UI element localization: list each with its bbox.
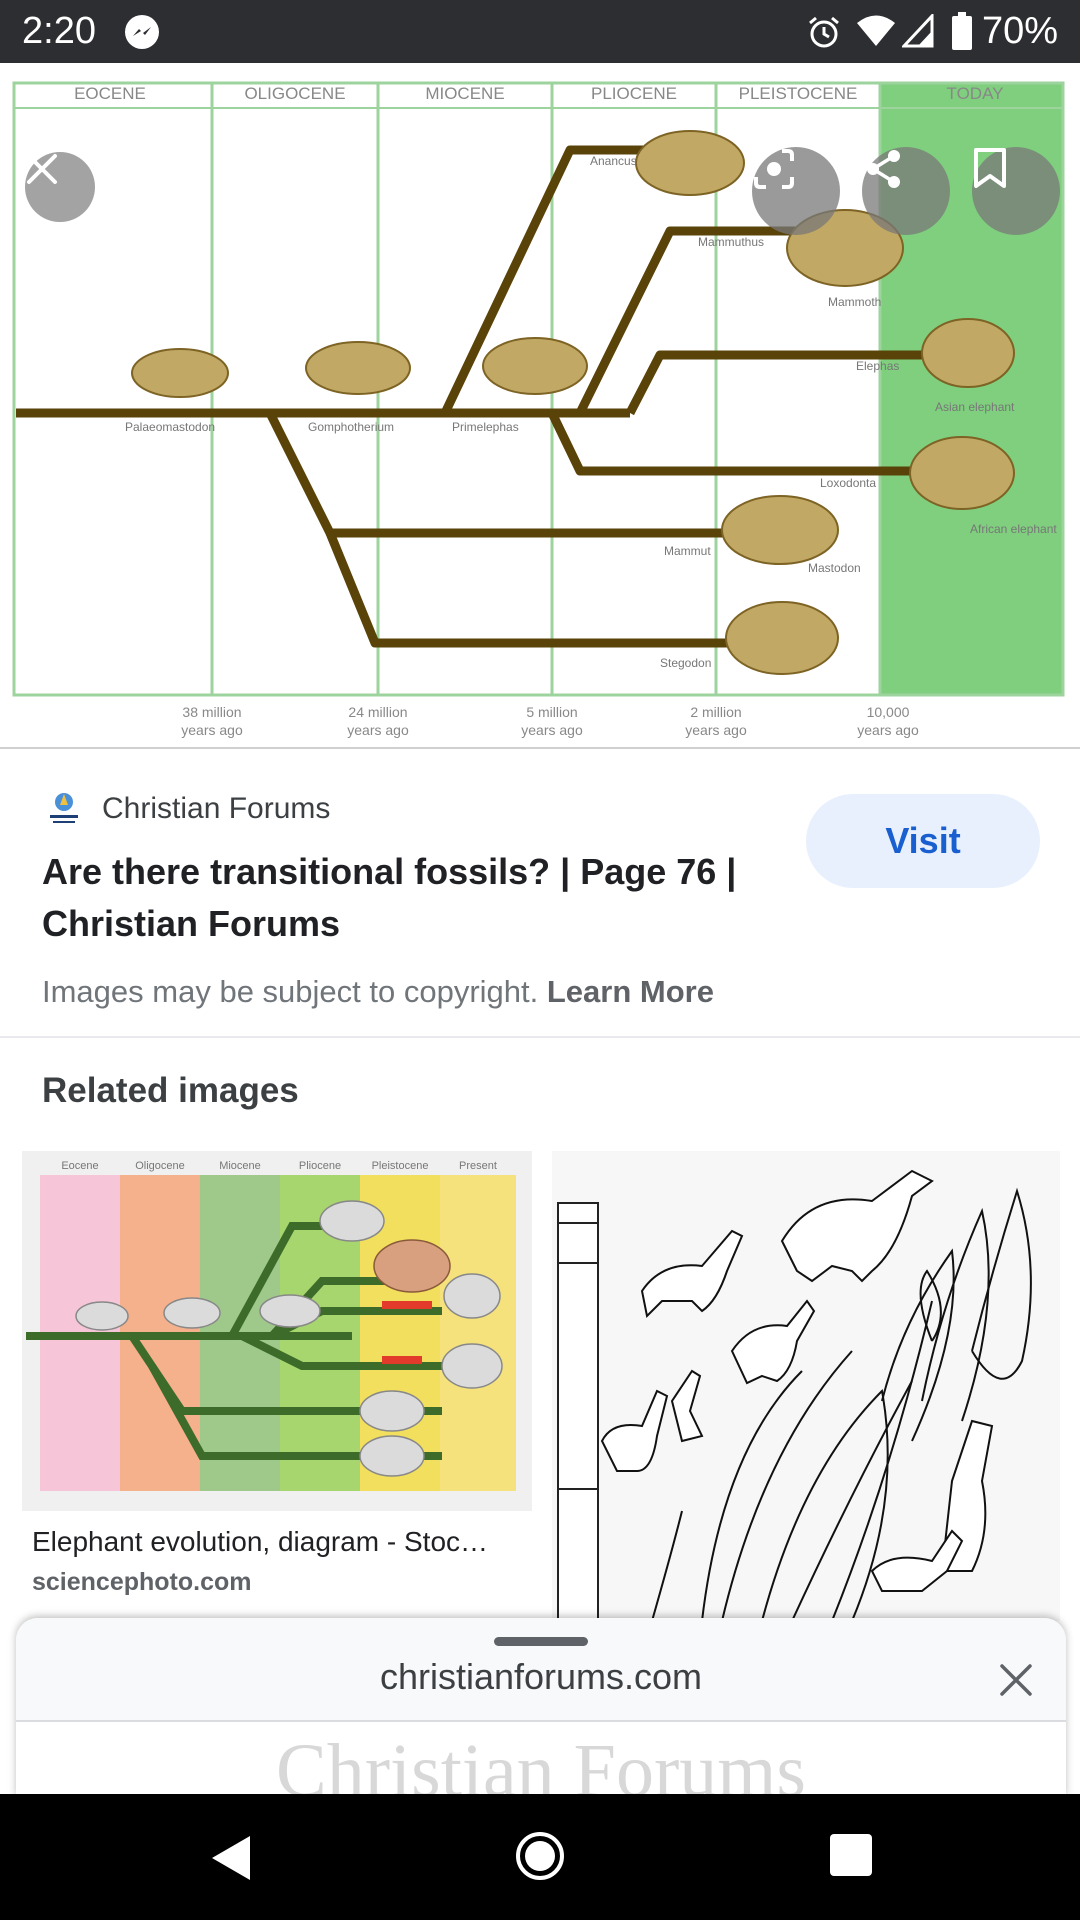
species-label: African elephant [970, 522, 1057, 536]
share-icon [867, 150, 900, 188]
status-time: 2:20 [22, 10, 96, 52]
era-label: Miocene [219, 1160, 261, 1172]
close-button[interactable] [25, 152, 95, 222]
species-label: Loxodonta [820, 476, 876, 490]
time-label: years ago [857, 722, 919, 738]
battery-icon [952, 12, 972, 50]
source-site[interactable]: Christian Forums [44, 786, 330, 832]
species-label: Stegodon [660, 656, 711, 670]
sheet-page-preview: Christian Forums [276, 1729, 806, 1798]
copyright-notice: Images may be subject to copyright. Lear… [42, 974, 714, 1010]
wifi-icon [857, 15, 895, 46]
image-viewer[interactable]: EOCENE OLIGOCENE MIOCENE PLIOCENE PLEIST… [0, 63, 1080, 749]
species-label: Mastodon [808, 561, 861, 575]
era-label: PLIOCENE [591, 84, 677, 103]
visit-button[interactable]: Visit [806, 794, 1040, 888]
lens-button[interactable] [752, 147, 840, 235]
species-label: Primelephas [452, 420, 519, 434]
battery-percent: 70% [982, 10, 1059, 52]
era-label: Eocene [61, 1160, 98, 1172]
messenger-icon [125, 15, 159, 49]
era-label: Present [459, 1160, 497, 1172]
close-icon [27, 154, 57, 184]
related-images-heading: Related images [42, 1071, 299, 1110]
species-label: Palaeomastodon [125, 420, 215, 434]
related-image-title[interactable]: Elephant evolution, diagram - Stoc… [32, 1526, 522, 1558]
sheet-header[interactable]: christianforums.com [16, 1618, 1066, 1722]
elephant-evolution-thumbnail: Eocene Oligocene Miocene Pliocene Pleist… [22, 1151, 532, 1511]
status-bar: 2:20 70% [0, 0, 1080, 63]
christian-forums-logo [44, 789, 84, 829]
share-button[interactable] [862, 147, 950, 235]
species-label: Mammoth [828, 295, 881, 309]
time-label: 38 million [182, 704, 241, 720]
time-label: years ago [181, 722, 243, 738]
save-button[interactable] [972, 147, 1060, 235]
source-name: Christian Forums [102, 792, 331, 825]
related-image-domain: sciencephoto.com [32, 1568, 252, 1596]
time-label: 10,000 [867, 704, 910, 720]
drag-handle[interactable] [494, 1637, 588, 1646]
species-label: Gomphotherium [308, 420, 394, 434]
era-label: OLIGOCENE [244, 84, 345, 103]
time-label: 5 million [526, 704, 577, 720]
alarm-icon [809, 16, 839, 48]
species-label: Elephas [856, 359, 899, 373]
copyright-text: Images may be subject to copyright. [42, 974, 539, 1009]
back-icon[interactable] [206, 1832, 258, 1884]
lens-icon [754, 149, 794, 189]
time-label: 24 million [348, 704, 407, 720]
bookmark-icon [974, 148, 1006, 188]
close-icon[interactable] [998, 1662, 1034, 1698]
era-label: MIOCENE [425, 84, 504, 103]
related-image-thumbnail[interactable]: Eocene Oligocene Miocene Pliocene Pleist… [22, 1151, 532, 1511]
site-preview-sheet[interactable]: christianforums.com Christian Forums [16, 1618, 1066, 1798]
sheet-domain: christianforums.com [379, 1656, 703, 1697]
related-image-thumbnail[interactable] [552, 1151, 1060, 1621]
era-label: Oligocene [135, 1160, 185, 1172]
camel-evolution-thumbnail [552, 1151, 1060, 1621]
era-label: Pleistocene [372, 1160, 429, 1172]
learn-more-link[interactable]: Learn More [547, 974, 714, 1009]
species-label: Asian elephant [935, 400, 1015, 414]
navigation-bar [0, 1794, 1080, 1920]
recents-icon[interactable] [830, 1834, 872, 1876]
home-icon[interactable] [514, 1830, 566, 1882]
page-title[interactable]: Are there transitional fossils? | Page 7… [42, 846, 762, 950]
time-label: years ago [685, 722, 747, 738]
species-label: Mammut [664, 544, 711, 558]
era-label: TODAY [947, 84, 1004, 103]
era-label: PLEISTOCENE [739, 84, 858, 103]
era-label: EOCENE [74, 84, 146, 103]
species-label: Anancus [590, 154, 637, 168]
species-label: Mammuthus [698, 235, 764, 249]
time-label: years ago [347, 722, 409, 738]
time-label: years ago [521, 722, 583, 738]
signal-icon [902, 14, 934, 48]
divider [0, 1036, 1080, 1038]
time-label: 2 million [690, 704, 741, 720]
era-label: Pliocene [299, 1160, 341, 1172]
